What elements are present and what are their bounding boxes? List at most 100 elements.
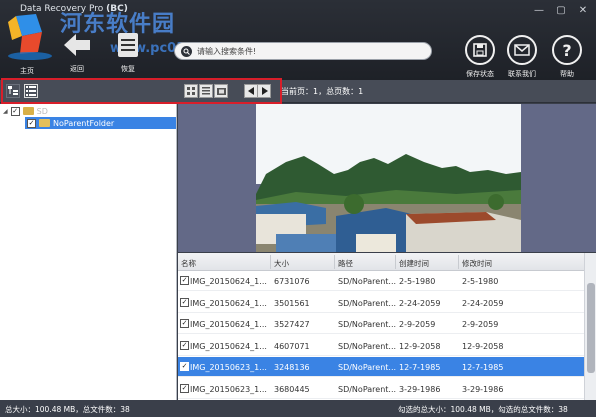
table-row[interactable]: ✓ IMG_20150623_1... 3248136 SD/NoParent... 1… — [178, 357, 584, 377]
help-button[interactable]: ? 帮助 — [545, 35, 589, 79]
back-arrow-icon — [62, 30, 92, 60]
col-size[interactable]: 大小 — [274, 258, 289, 269]
grid-view-button[interactable] — [184, 84, 198, 98]
tree-node-label: SD — [36, 106, 48, 116]
cell-name: IMG_20150624_1... — [190, 341, 267, 351]
triangle-right-icon — [261, 87, 268, 95]
table-row[interactable]: ✓ IMG_20150623_1... 3680445 SD/NoParent... 3… — [178, 379, 584, 399]
cell-path: SD/NoParent... — [338, 384, 397, 394]
total-summary: 总大小：100.48 MB，总文件数：38 — [5, 405, 130, 414]
recover-icon — [113, 30, 143, 60]
column-separator — [270, 255, 271, 269]
folder-icon — [39, 119, 50, 127]
recover-button[interactable]: 恢复 — [106, 30, 150, 74]
row-checkbox[interactable]: ✓ — [180, 319, 189, 328]
file-table: 名称 大小 路径 创建时间 修改时间 ✓ IMG_20150624_1... 673… — [178, 253, 596, 400]
column-separator — [395, 255, 396, 269]
col-path[interactable]: 路径 — [338, 258, 353, 269]
minimize-button[interactable]: — — [532, 5, 546, 16]
home-button[interactable]: 主页 — [5, 40, 49, 76]
cell-created: 2-5-1980 — [399, 277, 436, 286]
question-icon: ? — [552, 35, 582, 65]
checkbox[interactable]: ✓ — [27, 118, 36, 128]
cell-path: SD/NoParent... — [338, 341, 397, 351]
folder-icon — [22, 107, 34, 115]
maximize-button[interactable]: ▢ — [554, 5, 568, 16]
collapse-icon[interactable]: ◢ — [3, 108, 8, 115]
cell-size: 4607071 — [274, 341, 310, 351]
triangle-left-icon — [247, 87, 254, 95]
tree-view-button[interactable] — [6, 84, 20, 98]
column-separator — [334, 255, 335, 269]
row-checkbox[interactable]: ✓ — [180, 297, 189, 307]
cell-created: 2-9-2059 — [399, 320, 436, 329]
tree-node-noparentfolder[interactable]: ✓ NoParentFolder — [25, 117, 176, 129]
table-row[interactable]: ✓ IMG_20150624_1... 3501561 SD/NoParent... 2… — [178, 293, 584, 313]
list-icon — [26, 86, 36, 96]
tree-node-sd[interactable]: ◢ ✓ SD — [3, 105, 48, 117]
save-state-button[interactable]: 保存状态 — [458, 35, 502, 79]
cell-created: 3-29-1986 — [399, 384, 441, 394]
cell-name: IMG_20150624_1... — [190, 298, 267, 308]
tree-node-label: NoParentFolder — [53, 118, 115, 128]
cell-name: IMG_20150623_1... — [190, 384, 267, 394]
cell-created: 12-9-2058 — [399, 341, 441, 351]
table-row[interactable]: ✓ IMG_20150624_1... 3527427 SD/NoParent... 2… — [178, 314, 584, 334]
cell-size: 3248136 — [274, 363, 310, 372]
grid-icon — [187, 87, 195, 95]
cell-path: SD/NoParent... — [338, 298, 397, 308]
checkbox[interactable]: ✓ — [10, 106, 20, 116]
cell-modified: 2-24-2059 — [462, 298, 504, 308]
cell-created: 12-7-1985 — [399, 363, 441, 372]
tree-icon — [8, 86, 18, 95]
scroll-thumb[interactable] — [587, 283, 595, 373]
table-scrollbar[interactable] — [584, 253, 596, 400]
row-checkbox[interactable]: ✓ — [180, 362, 189, 371]
page-info: 当前页：1，总页数：1 — [281, 87, 364, 96]
status-bar: 总大小：100.48 MB，总文件数：38 勾选的总大小：100.48 MB，勾… — [0, 400, 596, 417]
list-view-button[interactable] — [24, 84, 38, 98]
image-preview — [256, 104, 521, 252]
table-row[interactable]: ✓ IMG_20150624_1... 6731076 SD/NoParent... 2… — [178, 271, 584, 291]
cell-size: 3501561 — [274, 298, 310, 308]
cell-size: 3680445 — [274, 384, 310, 394]
prev-page-button[interactable] — [244, 84, 258, 98]
preview-view-button[interactable] — [214, 84, 228, 98]
table-row[interactable]: ✓ IMG_20150624_1... 4607071 SD/NoParent... 1… — [178, 336, 584, 356]
cell-modified: 12-9-2058 — [462, 341, 504, 351]
row-checkbox[interactable]: ✓ — [180, 276, 189, 285]
cell-modified: 12-7-1985 — [462, 363, 504, 372]
search-input[interactable] — [197, 46, 417, 56]
cell-size: 3527427 — [274, 320, 310, 329]
preview-icon — [216, 87, 226, 95]
detail-view-button[interactable] — [199, 84, 213, 98]
contact-button[interactable]: 联系我们 — [500, 35, 544, 79]
folder-tree: ◢ ✓ SD ✓ NoParentFolder — [0, 104, 177, 400]
search-icon — [181, 45, 192, 57]
cell-path: SD/NoParent... — [338, 320, 397, 329]
cell-modified: 2-5-1980 — [462, 277, 499, 286]
close-button[interactable]: ✕ — [576, 5, 590, 16]
cell-name: IMG_20150623_1... — [190, 363, 267, 372]
column-separator — [458, 255, 459, 269]
cell-path: SD/NoParent... — [338, 277, 397, 286]
row-checkbox[interactable]: ✓ — [180, 383, 189, 393]
col-modified[interactable]: 修改时间 — [462, 258, 492, 269]
window-controls: — ▢ ✕ — [532, 5, 590, 16]
mail-icon — [507, 35, 537, 65]
cell-path: SD/NoParent... — [338, 363, 397, 372]
back-button[interactable]: 返回 — [55, 30, 99, 74]
checked-summary: 勾选的总大小：100.48 MB，勾选的总文件数：38 — [398, 405, 568, 414]
search-bar[interactable] — [174, 42, 432, 60]
row-checkbox[interactable]: ✓ — [180, 340, 189, 350]
table-header: 名称 大小 路径 创建时间 修改时间 — [178, 253, 584, 271]
help-label: 帮助 — [560, 70, 574, 78]
col-created[interactable]: 创建时间 — [399, 258, 429, 269]
cell-created: 2-24-2059 — [399, 298, 441, 308]
next-page-button[interactable] — [257, 84, 271, 98]
cell-modified: 2-9-2059 — [462, 320, 499, 329]
col-name[interactable]: 名称 — [181, 258, 196, 269]
save-disk-icon — [465, 35, 495, 65]
recover-label: 恢复 — [121, 65, 135, 73]
back-label: 返回 — [70, 65, 84, 73]
